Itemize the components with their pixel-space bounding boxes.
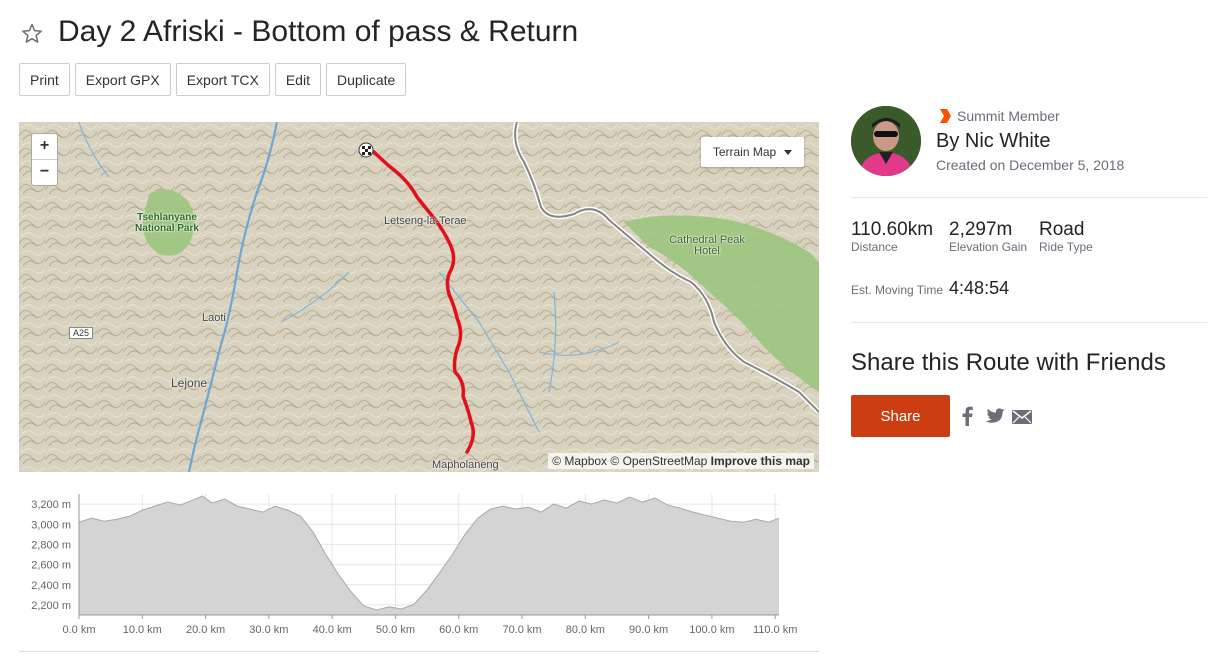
sidebar-divider — [851, 322, 1207, 323]
share-button[interactable]: Share — [851, 395, 950, 437]
improve-map-link[interactable]: Improve this map — [711, 454, 810, 468]
x-tick-label: 0.0 km — [62, 624, 95, 636]
stat-elevation: 2,297m Elevation Gain — [949, 219, 1027, 254]
chart-divider — [19, 651, 819, 652]
terrain-layer — [19, 122, 819, 472]
member-badge-label: Summit Member — [957, 108, 1060, 124]
y-tick-label: 2,600 m — [31, 560, 71, 572]
sidebar-divider — [851, 197, 1207, 198]
x-tick-label: 110.0 km — [753, 624, 797, 636]
moving-time-label: Est. Moving Time — [851, 283, 944, 297]
map-type-label: Terrain Map — [712, 145, 777, 159]
author-name[interactable]: By Nic White — [936, 130, 1050, 153]
map-attribution: © Mapbox © OpenStreetMap Improve this ma… — [548, 453, 814, 469]
edit-button[interactable]: Edit — [274, 63, 321, 96]
map-road-shield: A25 — [69, 327, 94, 339]
email-icon[interactable] — [1012, 410, 1032, 424]
y-tick-label: 3,000 m — [31, 519, 71, 531]
stat-moving-time: Est. Moving Time 4:48:54 — [851, 278, 1009, 299]
star-icon[interactable] — [20, 22, 44, 46]
x-tick-label: 60.0 km — [439, 624, 478, 636]
y-tick-label: 2,200 m — [31, 600, 71, 612]
map-label-mapholaneng: Mapholaneng — [432, 459, 499, 471]
export-tcx-button[interactable]: Export TCX — [175, 63, 270, 96]
elevation-value: 2,297m — [949, 219, 1013, 240]
facebook-icon[interactable] — [961, 406, 973, 426]
y-tick-label: 2,400 m — [31, 580, 71, 592]
x-tick-label: 80.0 km — [566, 624, 605, 636]
x-tick-label: 100.0 km — [689, 624, 734, 636]
twitter-icon[interactable] — [985, 408, 1005, 424]
zoom-in-button[interactable]: + — [32, 134, 57, 160]
summit-chevron-icon — [940, 109, 951, 123]
zoom-control: + − — [31, 133, 58, 186]
x-tick-label: 10.0 km — [123, 624, 162, 636]
export-gpx-button[interactable]: Export GPX — [74, 63, 171, 96]
page-title: Day 2 Afriski - Bottom of pass & Return — [58, 15, 579, 48]
y-tick-label: 3,200 m — [31, 499, 71, 511]
x-tick-label: 20.0 km — [186, 624, 225, 636]
elevation-area — [79, 496, 779, 615]
distance-value: 110.60km — [851, 219, 934, 240]
stat-ride-type: Road Ride Type — [1039, 219, 1093, 254]
map-type-dropdown[interactable]: Terrain Map — [701, 137, 804, 167]
zoom-out-button[interactable]: − — [32, 160, 57, 185]
elevation-chart[interactable]: 2,200 m 2,400 m 2,600 m 2,800 m 3,000 m 3,200… — [19, 488, 819, 653]
map-label-park: Tsehlanyane National Park — [135, 212, 199, 234]
y-tick-label: 2,800 m — [31, 539, 71, 551]
x-tick-label: 40.0 km — [313, 624, 352, 636]
attribution-osm-link[interactable]: © OpenStreetMap — [610, 454, 707, 468]
caret-down-icon — [784, 149, 793, 155]
avatar[interactable] — [851, 106, 921, 176]
created-date: Created on December 5, 2018 — [936, 157, 1125, 173]
x-tick-label: 90.0 km — [629, 624, 668, 636]
moving-time-value: 4:48:54 — [949, 278, 1010, 298]
share-heading: Share this Route with Friends — [851, 349, 1166, 376]
ride-type-label: Ride Type — [1039, 240, 1093, 254]
stat-distance: 110.60km Distance — [851, 219, 933, 254]
x-tick-label: 50.0 km — [376, 624, 415, 636]
distance-label: Distance — [851, 240, 898, 254]
x-tick-label: 30.0 km — [249, 624, 288, 636]
map-label-laoti: Laoti — [202, 312, 226, 324]
map-label-lejone: Lejone — [171, 376, 208, 390]
x-tick-label: 70.0 km — [502, 624, 541, 636]
route-toolbar: Print Export GPX Export TCX Edit Duplica… — [19, 63, 407, 96]
attribution-mapbox-link[interactable]: © Mapbox — [552, 454, 607, 468]
ride-type-value: Road — [1039, 219, 1085, 240]
elevation-label: Elevation Gain — [949, 240, 1028, 254]
map-label-letseng: Letseng-la-Terae — [384, 215, 467, 227]
member-status: Summit Member — [939, 108, 1060, 124]
route-map[interactable]: Tsehlanyane National Park Cathedral Peak… — [19, 122, 819, 472]
map-label-cathedral: Cathedral Peak Hotel — [669, 234, 745, 257]
print-button[interactable]: Print — [19, 63, 70, 96]
duplicate-button[interactable]: Duplicate — [325, 63, 407, 96]
